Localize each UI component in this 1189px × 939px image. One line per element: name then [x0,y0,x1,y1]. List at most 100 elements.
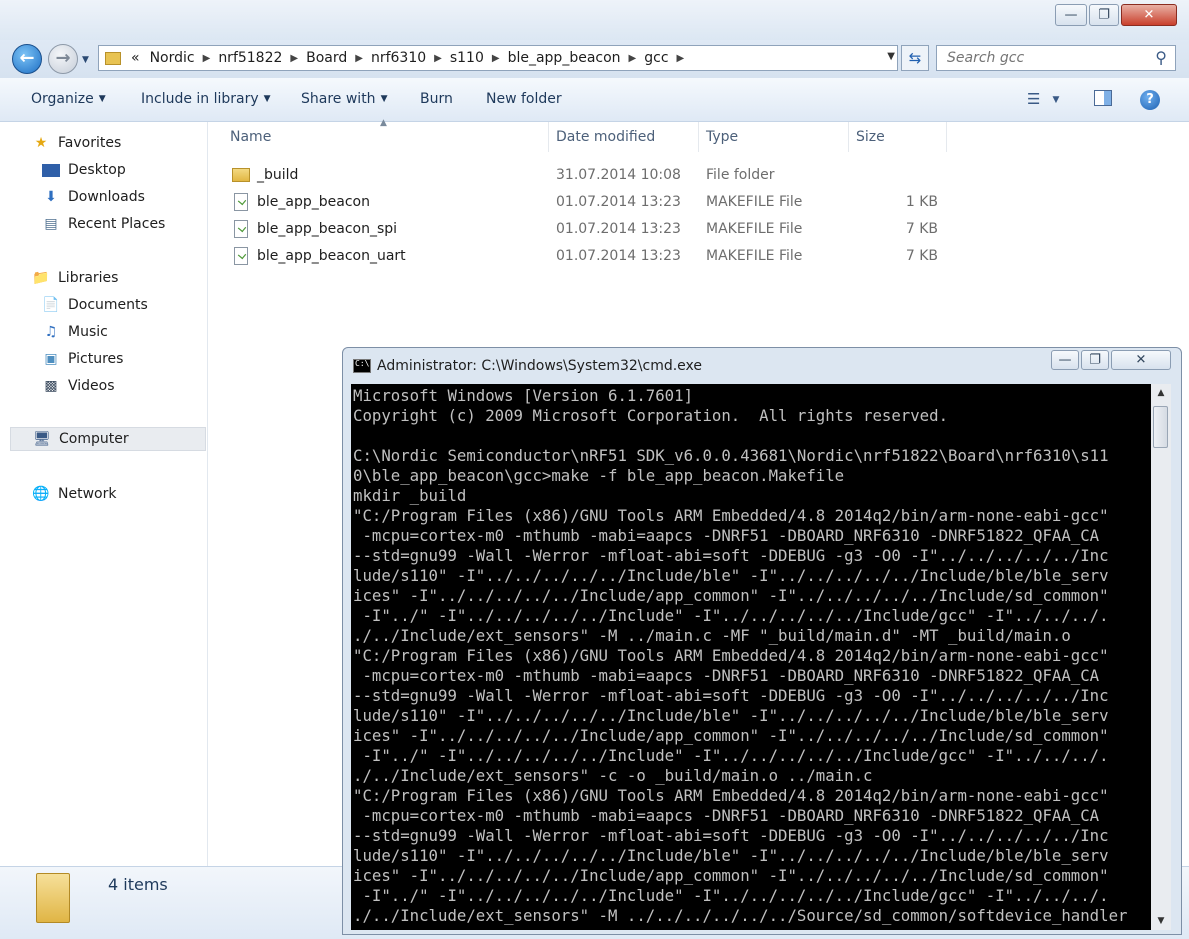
documents-icon: 📄 [42,297,60,313]
crumb-nordic[interactable]: Nordic [144,50,201,66]
organize-label: Organize [31,91,94,107]
search-box[interactable]: ⚲ [936,45,1176,71]
cmd-minimize-button[interactable]: — [1051,350,1079,370]
crumb-board[interactable]: Board [300,50,353,66]
folder-icon [105,51,121,65]
minimize-icon: — [1058,352,1072,368]
videos-icon: ▩ [44,378,58,394]
address-bar[interactable]: « Nordic ▶ nrf51822 ▶ Board ▶ nrf6310 ▶ s110… [98,45,898,71]
file-row[interactable]: _build 31.07.2014 10:08 File folder [226,163,956,189]
column-header-type[interactable]: Type [706,122,848,152]
minimize-button[interactable]: — [1055,4,1087,26]
nav-libraries[interactable]: 📁 Libraries [32,266,118,290]
crumb-ble-app-beacon[interactable]: ble_app_beacon [502,50,627,66]
nav-label: Music [68,324,108,340]
item-count: 4 items [108,875,168,894]
maximize-button[interactable]: ❐ [1089,4,1119,26]
chevron-right-icon[interactable]: ▶ [201,53,213,64]
dropdown-arrow-icon: ▼ [380,94,388,104]
network-icon: 🌐 [32,486,50,502]
file-type: MAKEFILE File [706,194,803,210]
back-button[interactable]: ← [12,44,42,74]
chevron-right-icon[interactable]: ▶ [432,53,444,64]
crumb-nrf51822[interactable]: nrf51822 [212,50,288,66]
console-text: Microsoft Windows [Version 6.1.7601] Cop… [353,386,1128,925]
nav-label: Favorites [58,135,122,151]
file-name: ble_app_beacon_spi [257,221,398,237]
nav-recent-places[interactable]: ▤ Recent Places [42,212,165,236]
include-in-library-menu[interactable]: Include in library ▼ [141,91,271,107]
nav-favorites[interactable]: ★ Favorites [32,131,122,155]
forward-button[interactable]: → [48,44,78,74]
dropdown-arrow-icon: ▼ [98,94,106,104]
checkmark-icon [237,223,247,233]
search-icon[interactable]: ⚲ [1155,48,1167,67]
close-button[interactable]: ✕ [1121,4,1177,26]
column-header-size[interactable]: Size [856,122,946,152]
crumb-gcc[interactable]: gcc [638,50,674,66]
cmd-window: C:\ Administrator: C:\Windows\System32\c… [342,347,1182,935]
chevron-right-icon[interactable]: ▶ [627,53,639,64]
explorer-title-bar: — ❐ ✕ [0,0,1189,40]
chevron-right-icon[interactable]: ▶ [675,53,687,64]
nav-network[interactable]: 🌐 Network [32,482,116,506]
nav-videos[interactable]: ▩ Videos [42,374,114,398]
share-with-menu[interactable]: Share with ▼ [301,91,387,107]
chevron-right-icon[interactable]: ▶ [490,53,502,64]
music-icon: ♫ [44,324,58,340]
change-view-button[interactable]: ☰ ▼ [1027,90,1059,108]
recent-pages-dropdown[interactable]: ▼ [82,55,89,65]
file-date: 01.07.2014 13:23 [556,221,681,237]
forward-arrow-icon: → [55,47,71,69]
desktop-icon [42,163,60,177]
scroll-thumb[interactable] [1153,406,1168,448]
search-input[interactable] [945,49,1149,67]
file-date: 01.07.2014 13:23 [556,248,681,264]
file-row[interactable]: ble_app_beacon_spi 01.07.2014 13:23 MAKE… [226,217,956,243]
organize-menu[interactable]: Organize ▼ [31,91,106,107]
file-name: ble_app_beacon [257,194,370,210]
file-row[interactable]: ble_app_beacon 01.07.2014 13:23 MAKEFILE… [226,190,956,216]
scroll-down-icon[interactable]: ▼ [1151,916,1171,926]
nav-label: Desktop [68,162,126,178]
file-size: 1 KB [905,194,938,210]
address-dropdown-icon[interactable]: ▼ [887,51,895,62]
file-name: ble_app_beacon_uart [257,248,406,264]
file-date: 01.07.2014 13:23 [556,194,681,210]
cmd-maximize-button[interactable]: ❐ [1081,350,1109,370]
crumb-s110[interactable]: s110 [444,50,490,66]
nav-documents[interactable]: 📄 Documents [42,293,148,317]
address-overflow[interactable]: « [127,50,144,66]
nav-pictures[interactable]: ▣ Pictures [42,347,123,371]
console-output[interactable]: Microsoft Windows [Version 6.1.7601] Cop… [351,384,1151,930]
column-header-date[interactable]: Date modified [556,122,698,152]
cmd-close-button[interactable]: ✕ [1111,350,1171,370]
nav-music[interactable]: ♫ Music [42,320,108,344]
nav-label: Recent Places [68,216,166,232]
column-divider[interactable] [548,122,549,152]
crumb-nrf6310[interactable]: nrf6310 [365,50,432,66]
include-in-library-label: Include in library [141,91,259,107]
chevron-right-icon[interactable]: ▶ [288,53,300,64]
console-scrollbar[interactable]: ▲ ▼ [1151,384,1171,930]
file-type: MAKEFILE File [706,248,803,264]
nav-computer[interactable]: 🖥 Computer [10,427,206,451]
column-divider[interactable] [698,122,699,152]
maximize-icon: ❐ [1089,352,1101,368]
file-row[interactable]: ble_app_beacon_uart 01.07.2014 13:23 MAK… [226,244,956,270]
preview-pane-button[interactable] [1094,90,1112,106]
scroll-up-icon[interactable]: ▲ [1151,388,1171,398]
new-folder-button[interactable]: New folder [486,91,562,107]
nav-desktop[interactable]: Desktop [42,158,126,182]
column-divider[interactable] [848,122,849,152]
refresh-button[interactable]: ⇆ [901,45,929,71]
dropdown-arrow-icon: ▼ [263,94,271,104]
column-header-name[interactable]: Name [230,122,548,152]
command-bar: Organize ▼ Include in library ▼ Share with… [0,78,1189,122]
help-icon[interactable]: ? [1140,90,1160,110]
chevron-right-icon[interactable]: ▶ [353,53,365,64]
burn-button[interactable]: Burn [420,91,453,107]
nav-downloads[interactable]: ⬇ Downloads [42,185,145,209]
column-divider[interactable] [946,122,947,152]
computer-icon: 🖥 [33,431,51,447]
